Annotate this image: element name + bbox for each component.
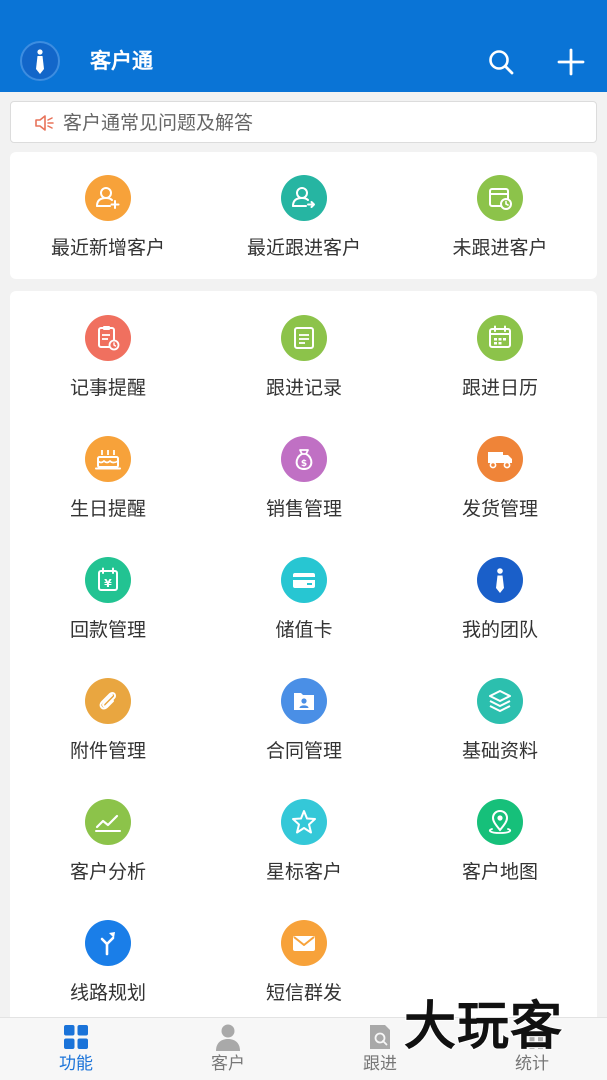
tile-label: 短信群发 [265, 982, 342, 1004]
grid-icon [64, 1025, 88, 1049]
necktie-icon [36, 49, 44, 74]
tile-label: 未跟进客户 [452, 237, 548, 259]
tile-memo-reminder[interactable]: 记事提醒 [10, 291, 206, 401]
speaker-icon [35, 115, 54, 131]
tile-follow-calendar[interactable]: 跟进日历 [402, 291, 598, 401]
tile-basic-data[interactable]: 基础资料 [402, 654, 598, 764]
tile-label: 附件管理 [69, 740, 146, 762]
tile-label: 基础资料 [461, 740, 538, 762]
tile-label: 生日提醒 [69, 498, 146, 520]
paperclip-icon [85, 678, 131, 724]
plus-icon [557, 48, 585, 76]
app-logo [20, 41, 60, 81]
tab-customers[interactable]: 客户 [152, 1018, 304, 1080]
tile-not-followed-customers[interactable]: 未跟进客户 [402, 152, 598, 262]
route-icon [85, 920, 131, 966]
tile-recent-new-customers[interactable]: 最近新增客户 [10, 152, 206, 262]
svg-text:¥: ¥ [104, 577, 112, 590]
tile-label: 客户地图 [461, 861, 538, 883]
tile-label: 客户分析 [69, 861, 146, 883]
tile-contract-management[interactable]: 合同管理 [206, 654, 402, 764]
money-bag-icon: $ [281, 436, 327, 482]
truck-icon [477, 436, 523, 482]
tile-label: 合同管理 [265, 740, 342, 762]
tile-customer-analysis[interactable]: 客户分析 [10, 775, 206, 885]
tile-label: 发货管理 [461, 498, 538, 520]
calendar-icon [477, 315, 523, 361]
tile-customer-map[interactable]: 客户地图 [402, 775, 598, 885]
search-button[interactable] [483, 44, 519, 80]
line-chart-icon [85, 799, 131, 845]
tile-attachment-management[interactable]: 附件管理 [10, 654, 206, 764]
layers-icon [477, 678, 523, 724]
cake-icon [85, 436, 131, 482]
tile-my-team[interactable]: 我的团队 [402, 533, 598, 643]
add-button[interactable] [553, 44, 589, 80]
watermark-text: 大玩客 [403, 996, 564, 1058]
tile-starred-customers[interactable]: 星标客户 [206, 775, 402, 885]
contract-icon [281, 678, 327, 724]
tile-payment-collection[interactable]: ¥ 回款管理 [10, 533, 206, 643]
tab-label: 功能 [59, 1054, 93, 1074]
tile-label: 我的团队 [461, 619, 538, 641]
notice-text: 客户通常见问题及解答 [63, 112, 254, 134]
tile-label: 储值卡 [275, 619, 333, 641]
tile-recent-followed-customers[interactable]: 最近跟进客户 [206, 152, 402, 262]
card-icon [281, 557, 327, 603]
tile-sales-management[interactable]: $ 销售管理 [206, 412, 402, 522]
tile-label: 跟进记录 [265, 377, 342, 399]
clipboard-clock-icon [85, 315, 131, 361]
tile-label: 星标客户 [265, 861, 342, 883]
person-icon [216, 1024, 240, 1051]
search-icon [489, 50, 514, 75]
envelope-icon [281, 920, 327, 966]
notes-icon [281, 315, 327, 361]
svg-text:$: $ [301, 459, 307, 469]
tile-stored-value-card[interactable]: 储值卡 [206, 533, 402, 643]
tile-label: 线路规划 [69, 982, 146, 1004]
user-add-icon [85, 175, 131, 221]
quick-access-card: 最近新增客户 最近跟进客户 未跟进客户 [10, 152, 597, 279]
tab-functions[interactable]: 功能 [0, 1018, 152, 1080]
faq-notice-bar[interactable]: 客户通常见问题及解答 [10, 101, 597, 143]
tile-label: 最近跟进客户 [246, 237, 361, 259]
calendar-clock-icon [477, 175, 523, 221]
tile-label: 回款管理 [69, 619, 146, 641]
tile-follow-records[interactable]: 跟进记录 [206, 291, 402, 401]
necktie-icon [477, 557, 523, 603]
feature-grid-card: 记事提醒 跟进记录 跟进日历 生日提醒 $ 销售管理 发货管理 ¥ 回款管理 储… [10, 291, 597, 1031]
yen-calendar-icon: ¥ [85, 557, 131, 603]
tile-label: 销售管理 [265, 498, 342, 520]
tab-label: 客户 [211, 1054, 245, 1074]
star-icon [281, 799, 327, 845]
tile-route-planning[interactable]: 线路规划 [10, 896, 206, 1006]
app-header: 客户通 [0, 0, 607, 92]
tile-shipping-management[interactable]: 发货管理 [402, 412, 598, 522]
document-icon [370, 1025, 390, 1049]
tile-birthday-reminder[interactable]: 生日提醒 [10, 412, 206, 522]
user-forward-icon [281, 175, 327, 221]
tile-label: 跟进日历 [461, 377, 538, 399]
tile-sms-broadcast[interactable]: 短信群发 [206, 896, 402, 1006]
map-pin-icon [477, 799, 523, 845]
app-title: 客户通 [90, 49, 153, 73]
tile-label: 记事提醒 [69, 377, 146, 399]
tile-label: 最近新增客户 [50, 237, 165, 259]
